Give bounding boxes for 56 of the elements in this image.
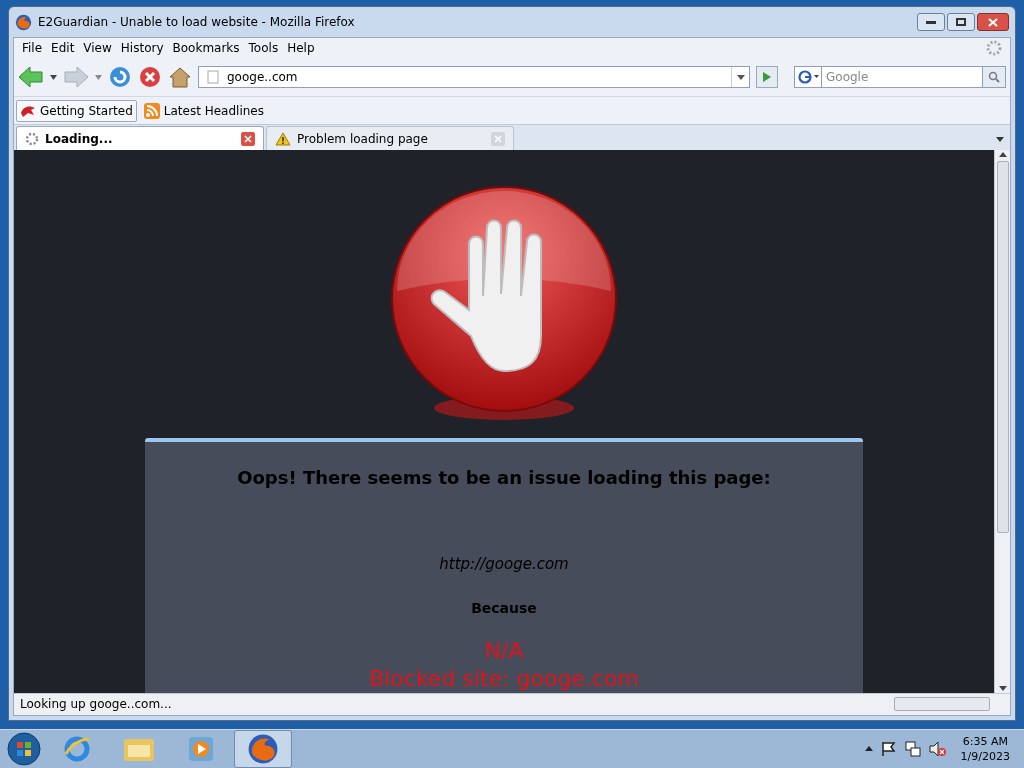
maximize-icon <box>956 18 966 26</box>
menu-item[interactable]: Bookmarks <box>168 39 244 57</box>
scroll-down-arrow-icon[interactable] <box>998 685 1007 691</box>
reload-icon[interactable] <box>108 65 132 89</box>
home-icon[interactable] <box>168 66 192 88</box>
go-button[interactable] <box>756 66 778 88</box>
tab-close-button[interactable] <box>241 131 255 146</box>
menu-item[interactable]: File <box>18 39 47 57</box>
close-icon <box>988 17 998 27</box>
browser-tab[interactable]: Problem loading page <box>266 126 514 150</box>
minimize-icon <box>926 20 936 24</box>
blocked-url: http://googe.com <box>439 554 569 575</box>
flag-icon[interactable] <box>880 740 897 757</box>
clock-date: 1/9/2023 <box>960 748 1010 764</box>
play-arrow-icon <box>762 71 772 83</box>
search-icon <box>988 71 1000 83</box>
scroll-thumb[interactable] <box>996 161 1009 533</box>
speaker-muted-icon[interactable] <box>928 740 947 757</box>
bookmark-item[interactable]: Getting Started <box>16 99 137 122</box>
clock-time: 6:35 AM <box>962 733 1008 749</box>
dropdown-arrow-icon <box>996 136 1004 142</box>
start-button[interactable] <box>4 729 44 768</box>
error-heading: Oops! There seems to be an issue loading this page: <box>237 466 771 490</box>
warning-icon <box>275 131 291 146</box>
network-icon[interactable] <box>904 740 921 757</box>
menu-item[interactable]: History <box>116 39 168 57</box>
menu-item[interactable]: Tools <box>244 39 283 57</box>
taskbar-button[interactable] <box>234 729 292 768</box>
maximize-button[interactable] <box>947 13 975 31</box>
dropdown-arrow-icon[interactable] <box>50 74 57 80</box>
loading-icon <box>25 131 39 146</box>
menu-item[interactable]: View <box>79 39 116 57</box>
media-player-icon <box>187 734 215 763</box>
scroll-up-arrow-icon[interactable] <box>998 152 1007 157</box>
minimize-button[interactable] <box>917 13 945 31</box>
search-field[interactable]: Google <box>822 66 982 88</box>
status-text: Looking up googe..com... <box>20 696 172 713</box>
throbber-icon <box>986 40 1002 56</box>
show-hidden-icons-icon[interactable] <box>864 746 873 752</box>
stop-hand-icon <box>389 186 619 422</box>
bookmark-item[interactable]: Latest Headlines <box>140 99 267 122</box>
menu-item[interactable]: Edit <box>47 39 79 57</box>
close-button[interactable] <box>977 13 1009 31</box>
menu-item[interactable]: Help <box>283 39 319 57</box>
search-engine-icon[interactable] <box>794 66 822 88</box>
reason-label: Because <box>471 598 537 618</box>
start-orb-icon <box>7 731 41 766</box>
feed-icon <box>143 102 160 119</box>
window-title: E2Guardian - Unable to load website - Mozilla Firefox <box>38 14 355 31</box>
browser-tab[interactable]: Loading... <box>16 126 264 150</box>
address-bar[interactable]: googe..com <box>198 66 750 88</box>
back-arrow-icon[interactable] <box>18 66 44 88</box>
reason-text: N/A <box>484 636 524 665</box>
reason-text: Blocked site: googe.com <box>369 664 639 693</box>
stop-icon[interactable] <box>138 65 162 89</box>
search-button[interactable] <box>982 66 1006 88</box>
